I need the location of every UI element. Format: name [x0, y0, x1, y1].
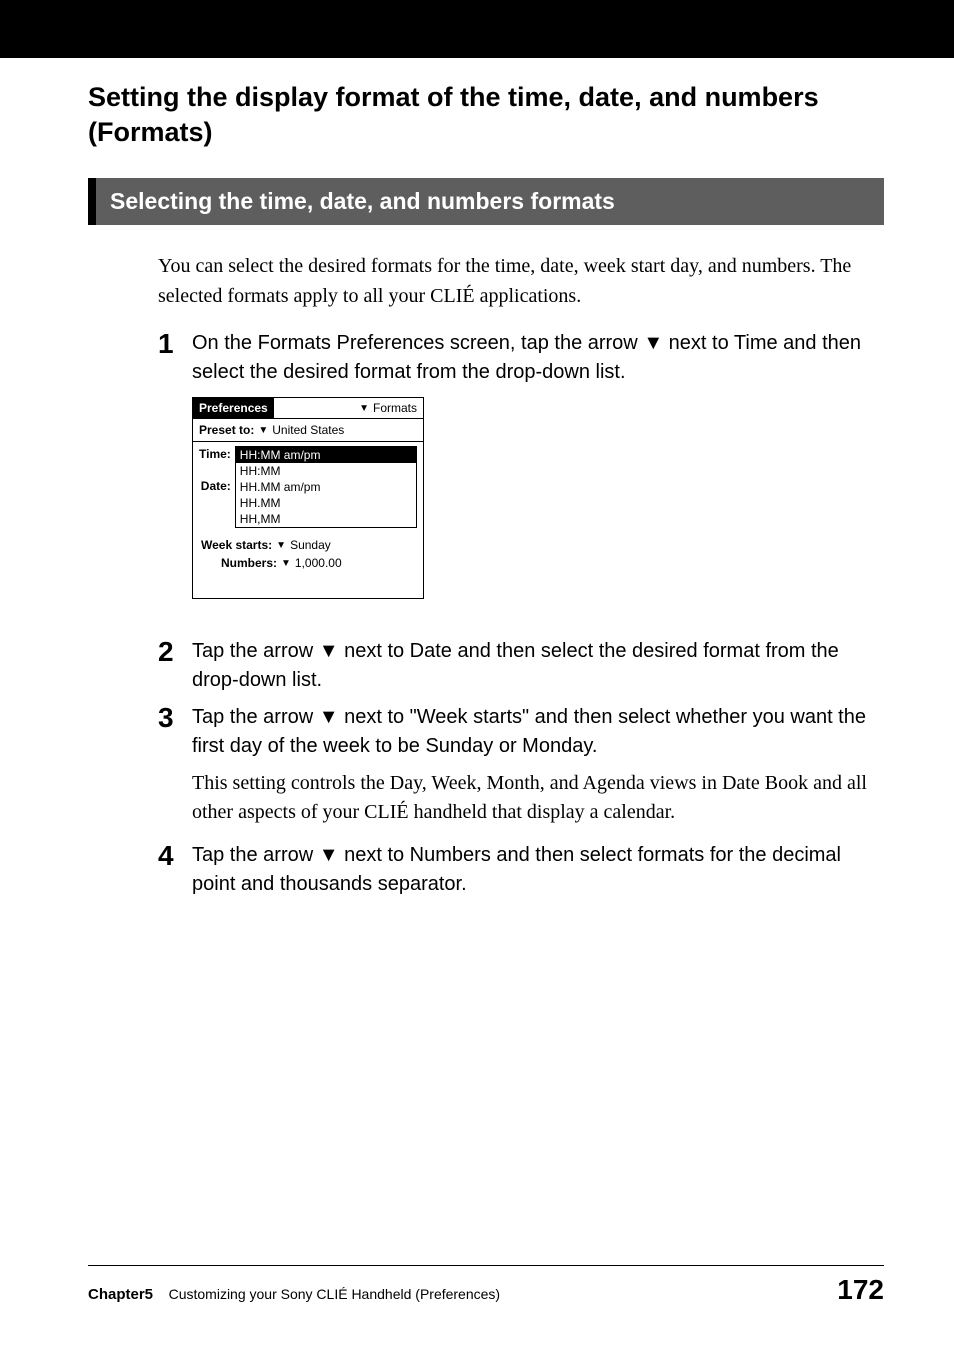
step-text: Tap the arrow	[192, 706, 319, 728]
numbers-value: 1,000.00	[295, 556, 342, 570]
screen-titlebar: Preferences ▼ Formats	[193, 398, 423, 419]
page-title: Setting the display format of the time, …	[88, 80, 884, 150]
step-number: 2	[158, 637, 192, 695]
intro-text: You can select the desired formats for t…	[158, 251, 874, 311]
step-3: 3 Tap the arrow ▼ next to "Week starts" …	[158, 703, 874, 761]
screen-title: Preferences	[193, 398, 274, 418]
preferences-screen: Preferences ▼ Formats Preset to: ▼ Unite…	[192, 397, 424, 599]
chapter-desc: Customizing your Sony CLIÉ Handheld (Pre…	[169, 1286, 501, 1302]
step-instruction: Tap the arrow ▼ next to Numbers and then…	[192, 841, 874, 899]
chapter-label: Chapter5	[88, 1286, 153, 1303]
arrow-down-icon: ▼	[643, 332, 663, 354]
step-instruction: Tap the arrow ▼ next to Date and then se…	[192, 637, 874, 695]
dropdown-option: HH.MM am/pm	[236, 479, 416, 495]
step-2: 2 Tap the arrow ▼ next to Date and then …	[158, 637, 874, 695]
numbers-label: Numbers:	[221, 556, 277, 570]
arrow-down-icon: ▼	[319, 706, 339, 728]
step-3-note: This setting controls the Day, Week, Mon…	[192, 769, 874, 827]
page-number: 172	[837, 1274, 884, 1306]
spacer	[199, 494, 235, 510]
spacer	[199, 510, 235, 526]
time-dropdown-open: HH:MM am/pm HH:MM HH.MM am/pm HH.MM HH,M…	[235, 446, 417, 528]
footer-row: Chapter5 Customizing your Sony CLIÉ Hand…	[88, 1274, 884, 1306]
footer-rule	[88, 1265, 884, 1266]
screenshot: Preferences ▼ Formats Preset to: ▼ Unite…	[192, 397, 884, 599]
dropdown-icon: ▼	[258, 425, 268, 436]
footer-left: Chapter5 Customizing your Sony CLIÉ Hand…	[88, 1286, 500, 1303]
step-1: 1 On the Formats Preferences screen, tap…	[158, 329, 874, 387]
preset-row: Preset to: ▼ United States	[193, 419, 423, 442]
preset-label: Preset to:	[199, 423, 254, 437]
step-number: 3	[158, 703, 192, 761]
dropdown-icon: ▼	[359, 403, 369, 414]
format-labels: Time: Date:	[193, 442, 235, 532]
dropdown-icon: ▼	[281, 558, 291, 569]
week-starts-row: Week starts: ▼ Sunday	[201, 538, 415, 552]
week-label: Week starts:	[201, 538, 272, 552]
step-instruction: Tap the arrow ▼ next to "Week starts" an…	[192, 703, 874, 761]
dropdown-icon: ▼	[276, 540, 286, 551]
arrow-down-icon: ▼	[319, 640, 339, 662]
step-text: Tap the arrow	[192, 844, 319, 866]
page-footer: Chapter5 Customizing your Sony CLIÉ Hand…	[0, 1265, 954, 1306]
step-text: Tap the arrow	[192, 640, 319, 662]
screen-menu-label: Formats	[373, 401, 417, 415]
step-4: 4 Tap the arrow ▼ next to Numbers and th…	[158, 841, 874, 899]
numbers-row: Numbers: ▼ 1,000.00	[201, 556, 415, 570]
dropdown-option: HH,MM	[236, 511, 416, 527]
content: Setting the display format of the time, …	[0, 58, 954, 899]
dropdown-option: HH.MM	[236, 495, 416, 511]
week-value: Sunday	[290, 538, 331, 552]
spacer	[199, 462, 235, 478]
screen-menu: ▼ Formats	[353, 398, 423, 418]
step-instruction: On the Formats Preferences screen, tap t…	[192, 329, 874, 387]
step-number: 4	[158, 841, 192, 899]
lower-rows: Week starts: ▼ Sunday Numbers: ▼ 1,000.0…	[193, 532, 423, 598]
date-label: Date:	[199, 478, 235, 494]
formats-grid: Time: Date: HH:MM am/pm HH:MM HH.MM am/p…	[193, 442, 423, 532]
step-number: 1	[158, 329, 192, 387]
dropdown-option: HH:MM	[236, 463, 416, 479]
page: Setting the display format of the time, …	[0, 0, 954, 1352]
arrow-down-icon: ▼	[319, 844, 339, 866]
step-text: On the Formats Preferences screen, tap t…	[192, 332, 643, 354]
dropdown-option-selected: HH:MM am/pm	[236, 447, 416, 463]
header-bar	[0, 0, 954, 58]
time-label: Time:	[199, 446, 235, 462]
preset-value: United States	[272, 423, 344, 437]
section-heading: Selecting the time, date, and numbers fo…	[88, 178, 884, 225]
